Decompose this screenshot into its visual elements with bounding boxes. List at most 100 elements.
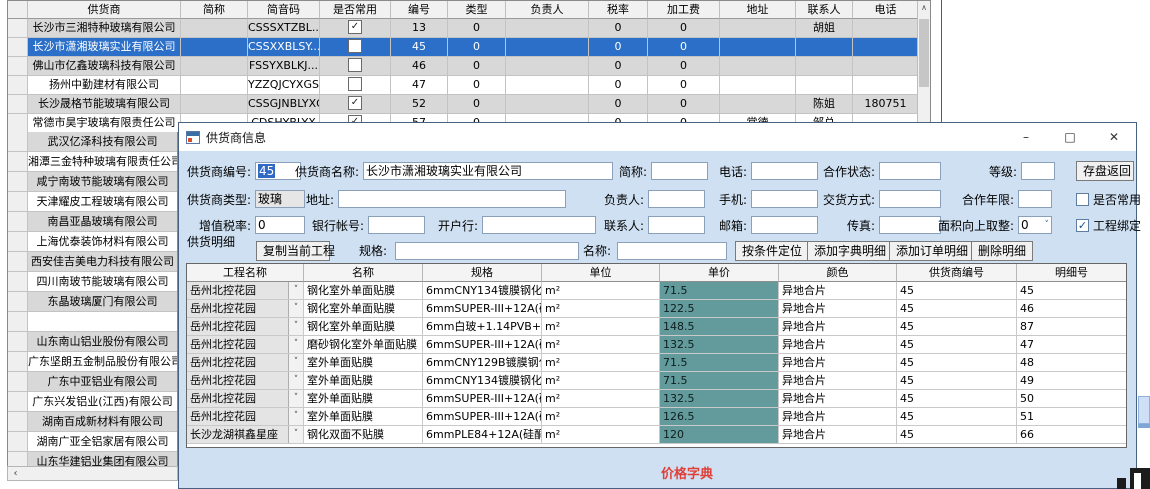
- delivery-input[interactable]: [879, 190, 941, 208]
- col-header-name[interactable]: 名称: [304, 264, 423, 282]
- bank-account-input[interactable]: [368, 216, 425, 234]
- scroll-left-icon[interactable]: ‹: [8, 467, 23, 480]
- dialog-titlebar[interactable]: 供货商信息 – □ ✕: [179, 123, 1136, 151]
- col-header-supplier-no[interactable]: 供货商编号: [897, 264, 1017, 282]
- col-header-tax[interactable]: 税率: [589, 1, 648, 19]
- list-item[interactable]: 武汉亿泽科技有限公司: [8, 132, 177, 152]
- minimize-button[interactable]: –: [1004, 123, 1048, 151]
- project-combo-cell[interactable]: 岳州北控花园 ˅: [187, 336, 304, 354]
- project-combo-cell[interactable]: 岳州北控花园 ˅: [187, 318, 304, 336]
- address-input[interactable]: [338, 190, 566, 208]
- chevron-down-icon[interactable]: ˅: [288, 372, 303, 389]
- col-header-price[interactable]: 单价: [660, 264, 779, 282]
- list-item[interactable]: 四川南玻节能玻璃有限公司: [8, 272, 177, 292]
- bank-input[interactable]: [482, 216, 596, 234]
- chevron-down-icon[interactable]: ˅: [288, 390, 303, 407]
- table-row[interactable]: 岳州北控花园 ˅ 室外单面贴膜 6mmSUPER-III+12A(硅... m²…: [187, 408, 1126, 426]
- list-item[interactable]: 东晶玻璃厦门有限公司: [8, 292, 177, 312]
- list-item[interactable]: 广东坚朗五金制品股份有限公司: [8, 352, 177, 372]
- col-header-no[interactable]: 编号: [391, 1, 448, 19]
- list-item[interactable]: 湖南百成新材料有限公司: [8, 412, 177, 432]
- project-combo-cell[interactable]: 岳州北控花园 ˅: [187, 372, 304, 390]
- common-use-checkbox-field[interactable]: 是否常用: [1076, 191, 1141, 208]
- grade-input[interactable]: [1021, 162, 1055, 180]
- chevron-down-icon[interactable]: ˅: [288, 336, 303, 353]
- locate-by-condition-button[interactable]: 按条件定位: [735, 241, 809, 261]
- list-item[interactable]: [8, 312, 177, 332]
- maximize-button[interactable]: □: [1048, 123, 1092, 151]
- project-combo-cell[interactable]: 岳州北控花园 ˅: [187, 390, 304, 408]
- project-bind-checkbox-field[interactable]: ✓ 工程绑定: [1076, 217, 1141, 234]
- table-row[interactable]: 岳州北控花园 ˅ 钢化室外单面贴膜 6mm白玻+1.14PVB+6mm... m…: [187, 318, 1126, 336]
- table-row[interactable]: 扬州中勤建材有限公司 YZZQJCYXGS 47 0 0 0: [8, 76, 930, 95]
- col-header-unit[interactable]: 单位: [542, 264, 660, 282]
- list-item[interactable]: 广东兴发铝业(江西)有限公司: [8, 392, 177, 412]
- coop-status-input[interactable]: [879, 162, 941, 180]
- chevron-down-icon[interactable]: ˅: [288, 318, 303, 335]
- spec-filter-input[interactable]: [395, 242, 579, 260]
- list-item[interactable]: 天津耀皮工程玻璃有限公司: [8, 192, 177, 212]
- mobile-input[interactable]: [751, 190, 818, 208]
- list-item[interactable]: 咸宁南玻节能玻璃有限公司: [8, 172, 177, 192]
- table-row[interactable]: 佛山市亿鑫玻璃科技有限公司 FSSYXBLKJ... 46 0 0 0: [8, 57, 930, 76]
- scroll-up-icon[interactable]: ∧: [918, 1, 930, 15]
- grid-vertical-scrollbar[interactable]: ∧: [917, 1, 930, 131]
- grid-horizontal-scrollbar[interactable]: ‹: [7, 466, 178, 481]
- supplier-name-input[interactable]: 长沙市潇湘玻璃实业有限公司: [363, 162, 613, 180]
- common-checkbox[interactable]: ✓: [348, 96, 362, 110]
- table-row[interactable]: 长沙龙湖祺鑫星座 ˅ 钢化双面不贴膜 6mmPLE84+12A(硅酮胶... m…: [187, 426, 1126, 444]
- chevron-down-icon[interactable]: ˅: [288, 426, 303, 443]
- scrollbar-thumb[interactable]: [919, 19, 929, 87]
- phone-input[interactable]: [751, 162, 818, 180]
- area-round-select[interactable]: 0˅: [1018, 216, 1052, 234]
- save-return-button[interactable]: 存盘返回: [1076, 161, 1134, 181]
- contact-input[interactable]: [648, 216, 705, 234]
- project-combo-cell[interactable]: 岳州北控花园 ˅: [187, 354, 304, 372]
- col-header-color[interactable]: 颜色: [779, 264, 897, 282]
- list-item[interactable]: 湘潭三金特种玻璃有限责任公司: [8, 152, 177, 172]
- col-header-fee[interactable]: 加工费: [648, 1, 720, 19]
- abbr-input[interactable]: [651, 162, 708, 180]
- table-row[interactable]: 岳州北控花园 ˅ 室外单面贴膜 6mmCNY134镀膜钢化 m² 71.5 异地…: [187, 372, 1126, 390]
- col-header-detail-no[interactable]: 明细号: [1017, 264, 1126, 282]
- list-item[interactable]: 西安佳吉美电力科技有限公司: [8, 252, 177, 272]
- copy-project-button[interactable]: 复制当前工程: [256, 241, 330, 261]
- table-row[interactable]: 岳州北控花园 ˅ 钢化室外单面贴膜 6mmSUPER-III+12A(硅... …: [187, 300, 1126, 318]
- common-checkbox[interactable]: ✓: [348, 20, 362, 34]
- col-header-spec[interactable]: 规格: [423, 264, 542, 282]
- add-order-detail-button[interactable]: 添加订单明细: [889, 241, 975, 261]
- close-button[interactable]: ✕: [1092, 123, 1136, 151]
- col-header-project[interactable]: 工程名称: [187, 264, 304, 282]
- list-item[interactable]: 上海优泰装饰材料有限公司: [8, 232, 177, 252]
- add-dict-detail-button[interactable]: 添加字典明细: [807, 241, 893, 261]
- leader-input[interactable]: [648, 190, 705, 208]
- col-header-addr[interactable]: 地址: [720, 1, 796, 19]
- list-item[interactable]: 山东南山铝业股份有限公司: [8, 332, 177, 352]
- coop-years-input[interactable]: [1018, 190, 1052, 208]
- chevron-down-icon[interactable]: ˅: [288, 408, 303, 425]
- list-item[interactable]: 广东中亚铝业有限公司: [8, 372, 177, 392]
- project-combo-cell[interactable]: 岳州北控花园 ˅: [187, 282, 304, 300]
- list-item[interactable]: 湖南广亚全铝家居有限公司: [8, 432, 177, 452]
- checkbox[interactable]: [1076, 193, 1089, 206]
- common-checkbox[interactable]: [348, 77, 362, 91]
- table-row[interactable]: 岳州北控花园 ˅ 室外单面贴膜 6mmCNY129B镀膜钢化 m² 71.5 异…: [187, 354, 1126, 372]
- name-filter-input[interactable]: [617, 242, 727, 260]
- project-combo-cell[interactable]: 岳州北控花园 ˅: [187, 300, 304, 318]
- chevron-down-icon[interactable]: ˅: [288, 354, 303, 371]
- col-header-phone[interactable]: 电话: [853, 1, 919, 19]
- table-row[interactable]: 岳州北控花园 ˅ 磨砂钢化室外单面贴膜 6mmSUPER-III+12A(硅..…: [187, 336, 1126, 354]
- table-row[interactable]: 岳州北控花园 ˅ 室外单面贴膜 6mmSUPER-III+12A(硅... m²…: [187, 390, 1126, 408]
- col-header-type[interactable]: 类型: [448, 1, 506, 19]
- project-combo-cell[interactable]: 岳州北控花园 ˅: [187, 408, 304, 426]
- table-row[interactable]: 长沙晟格节能玻璃有限公司 CSSGJNBLYXGS ✓ 52 0 0 0 陈姐 …: [8, 95, 930, 114]
- col-header-abbr[interactable]: 简称: [181, 1, 248, 19]
- table-row[interactable]: 岳州北控花园 ˅ 钢化室外单面贴膜 6mmCNY134镀膜钢化 m² 71.5 …: [187, 282, 1126, 300]
- common-checkbox[interactable]: [348, 58, 362, 72]
- col-header-contact[interactable]: 联系人: [796, 1, 853, 19]
- project-combo-cell[interactable]: 长沙龙湖祺鑫星座 ˅: [187, 426, 304, 444]
- chevron-down-icon[interactable]: ˅: [1045, 217, 1050, 233]
- col-header-supplier[interactable]: 供货商: [28, 1, 181, 19]
- list-item[interactable]: 南昌亚晶玻璃有限公司: [8, 212, 177, 232]
- chevron-down-icon[interactable]: ˅: [288, 282, 303, 299]
